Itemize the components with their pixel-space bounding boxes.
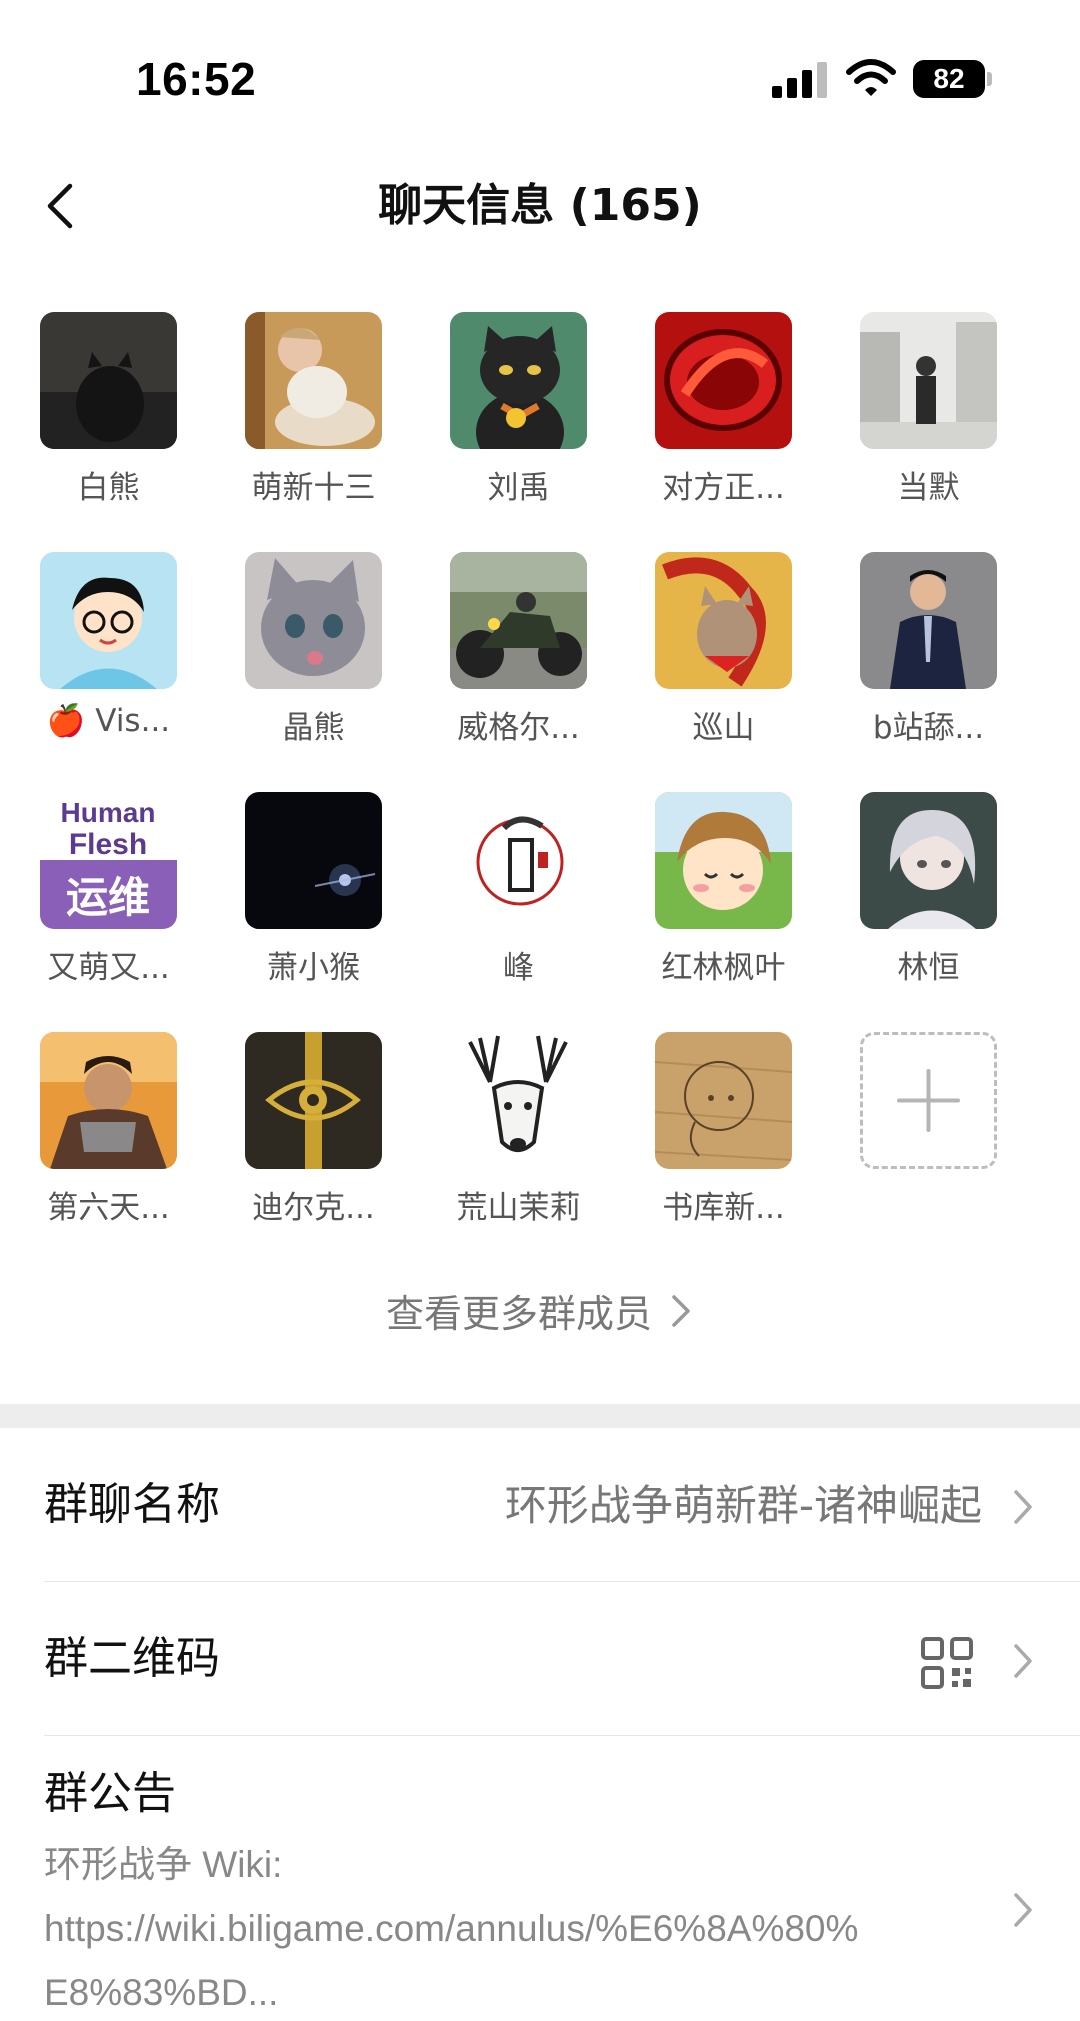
avatar-text-flesh: Flesh: [69, 828, 147, 861]
member-name: 巡山: [692, 710, 755, 746]
plus-icon: [897, 1069, 960, 1132]
member-name: 红林枫叶: [661, 950, 786, 986]
avatar: [860, 312, 997, 449]
member-item[interactable]: 萧小猴: [205, 792, 410, 992]
page-title: 聊天信息 (165): [378, 180, 702, 231]
battery-level: 82: [913, 60, 985, 98]
group-qr-row[interactable]: 群二维码: [44, 1582, 1080, 1736]
avatar: [40, 312, 177, 449]
member-name: 🍎 Vis...: [46, 703, 171, 739]
member-name: 书库新...: [662, 1190, 785, 1226]
avatar: [655, 552, 792, 689]
avatar: [450, 312, 587, 449]
avatar: [245, 792, 382, 929]
member-name: 晶熊: [282, 710, 345, 746]
member-name: 第六天...: [47, 1190, 170, 1226]
avatar: [245, 312, 382, 449]
member-item[interactable]: 威格尔...: [410, 552, 615, 752]
avatar: [860, 792, 997, 929]
member-name: 白熊: [77, 470, 140, 506]
avatar: [245, 552, 382, 689]
member-item[interactable]: 对方正...: [615, 312, 820, 512]
avatar: [450, 792, 587, 929]
avatar: [655, 792, 792, 929]
chat-info-page: 16:52 82 聊天信息 (165) 白熊 萌新十三 刘禹 对方正... 当默…: [0, 0, 1080, 2021]
notice-line: https://wiki.biligame.com/annulus/%E6%8A…: [44, 1908, 859, 1949]
chevron-right-icon: [1014, 1490, 1032, 1524]
battery-tip: [987, 72, 992, 86]
avatar: [245, 1032, 382, 1169]
group-name-row[interactable]: 群聊名称 环形战争萌新群-诸神崛起: [44, 1428, 1080, 1582]
add-member-button[interactable]: [820, 1032, 1025, 1232]
group-qr-label: 群二维码: [44, 1633, 220, 1684]
member-item[interactable]: 当默: [820, 312, 1025, 512]
battery-icon: 82: [913, 60, 992, 98]
member-name: 又萌又...: [47, 950, 170, 986]
avatar-text-ops: 运维: [66, 873, 150, 922]
status-time: 16:52: [136, 53, 257, 105]
member-item[interactable]: 林恒: [820, 792, 1025, 992]
group-name-value: 环形战争萌新群-诸神崛起: [504, 1481, 982, 1530]
member-name: 林恒: [897, 950, 960, 986]
member-name: 当默: [897, 470, 960, 506]
avatar: [860, 552, 997, 689]
member-item[interactable]: 峰: [410, 792, 615, 992]
chevron-right-icon: [1014, 1893, 1032, 1927]
group-name-label: 群聊名称: [44, 1479, 220, 1530]
notice-line: 环形战争 Wiki:: [44, 1844, 283, 1885]
member-name: 萌新十三: [251, 470, 376, 506]
wifi-icon: [846, 59, 896, 96]
member-item[interactable]: 萌新十三: [205, 312, 410, 512]
avatar: Human Flesh 运维: [40, 792, 177, 929]
avatar: [655, 312, 792, 449]
avatar: [450, 552, 587, 689]
group-notice-label: 群公告: [44, 1768, 176, 1819]
member-item[interactable]: b站舔...: [820, 552, 1025, 752]
member-name: 对方正...: [662, 470, 785, 506]
view-more-members-link[interactable]: 查看更多群成员: [0, 1286, 1080, 1342]
member-item[interactable]: 巡山: [615, 552, 820, 752]
member-name: b站舔...: [872, 710, 985, 746]
member-item[interactable]: 白熊: [0, 312, 205, 512]
member-item[interactable]: 迪尔克...: [205, 1032, 410, 1232]
avatar: [655, 1032, 792, 1169]
member-name: 峰: [503, 950, 534, 986]
member-name: 萧小猴: [267, 950, 360, 986]
avatar-text-human: Human: [61, 797, 156, 828]
member-item[interactable]: 第六天...: [0, 1032, 205, 1232]
member-name: 刘禹: [487, 470, 550, 506]
add-member-tile[interactable]: [860, 1032, 997, 1169]
member-item[interactable]: 🍎 Vis...: [0, 552, 205, 752]
member-name: 迪尔克...: [252, 1190, 375, 1226]
member-name: 威格尔...: [457, 710, 580, 746]
member-item[interactable]: Human Flesh 运维 又萌又...: [0, 792, 205, 992]
member-item[interactable]: 刘禹: [410, 312, 615, 512]
avatar: [40, 1032, 177, 1169]
group-notice-row[interactable]: 群公告 环形战争 Wiki: https://wiki.biligame.com…: [44, 1735, 1080, 2021]
member-item[interactable]: 晶熊: [205, 552, 410, 752]
signal-icon: [772, 62, 827, 98]
member-item[interactable]: 红林枫叶: [615, 792, 820, 992]
view-more-label: 查看更多群成员: [385, 1292, 652, 1336]
member-item[interactable]: 荒山茉莉: [410, 1032, 615, 1232]
group-notice-text: 环形战争 Wiki: https://wiki.biligame.com/ann…: [44, 1833, 994, 2021]
status-bar: 16:52 82: [0, 0, 1080, 150]
chevron-right-icon: [1014, 1644, 1032, 1678]
avatar: [40, 552, 177, 689]
notice-line: E8%83%BD...: [44, 1972, 279, 2013]
section-divider: [0, 1404, 1080, 1428]
chevron-right-icon: [672, 1295, 690, 1327]
member-item[interactable]: 书库新...: [615, 1032, 820, 1232]
member-name: 荒山茉莉: [456, 1190, 581, 1226]
qr-code-icon: [921, 1637, 973, 1689]
avatar: [450, 1032, 587, 1169]
